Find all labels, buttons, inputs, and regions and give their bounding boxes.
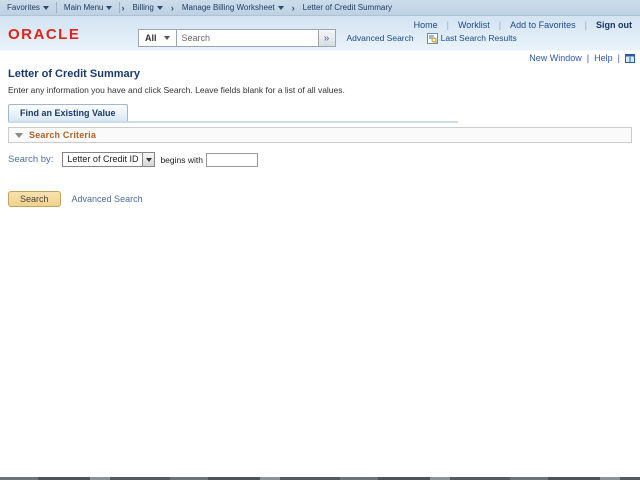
operator-label: begins with <box>160 154 203 165</box>
tab-find-an-existing-value[interactable]: Find an Existing Value <box>8 104 128 121</box>
chevron-down-icon <box>156 6 163 10</box>
sign-out-link[interactable]: Sign out <box>596 20 632 30</box>
help-link[interactable]: Help <box>594 53 613 63</box>
breadcrumb-manage-billing-worksheet[interactable]: Manage Billing Worksheet <box>175 3 291 12</box>
link-separator <box>585 20 587 30</box>
oracle-logo: ORACLE <box>8 26 81 43</box>
chevron-down-icon <box>163 36 170 40</box>
breadcrumb-current-page: Letter of Credit Summary <box>296 3 399 12</box>
collapse-triangle-icon[interactable] <box>15 132 23 138</box>
last-search-results-link[interactable]: Last Search Results <box>426 32 517 44</box>
search-scope-value: All <box>145 33 157 43</box>
last-search-results-label: Last Search Results <box>440 33 517 43</box>
search-field-select[interactable]: Letter of Credit ID <box>62 152 156 167</box>
chevron-down-icon <box>106 6 113 10</box>
advanced-search-link[interactable]: Advanced Search <box>72 194 143 204</box>
breadcrumb-main-menu[interactable]: Main Menu <box>57 3 120 12</box>
search-scope-dropdown[interactable]: All <box>138 29 177 47</box>
breadcrumb-label: Letter of Credit Summary <box>302 3 392 12</box>
new-window-link[interactable]: New Window <box>529 53 582 63</box>
search-field-selected-value: Letter of Credit ID <box>67 154 139 164</box>
search-go-button[interactable] <box>318 29 336 47</box>
add-to-favorites-link[interactable]: Add to Favorites <box>510 20 576 30</box>
breadcrumb-favorites[interactable]: Favorites <box>0 3 56 12</box>
tab-row: Find an Existing Value <box>8 103 458 123</box>
link-separator <box>618 53 620 63</box>
actions-row: Search Advanced Search <box>8 191 143 207</box>
page-title: Letter of Credit Summary <box>8 68 141 80</box>
breadcrumb-label: Favorites <box>7 3 40 12</box>
link-separator <box>587 53 589 63</box>
search-criteria-label: Search Criteria <box>29 130 97 140</box>
select-dropdown-button[interactable] <box>142 153 155 166</box>
breadcrumb-label: Manage Billing Worksheet <box>181 3 275 12</box>
personalize-page-icon[interactable] <box>625 53 635 63</box>
breadcrumb-billing[interactable]: Billing <box>125 3 169 12</box>
breadcrumb-label: Main Menu <box>63 3 104 12</box>
search-by-label: Search by: <box>8 154 54 165</box>
advanced-search-link-header[interactable]: Advanced Search <box>347 33 414 43</box>
search-keyword-input[interactable] <box>205 152 258 167</box>
instruction-text: Enter any information you have and click… <box>8 85 345 95</box>
page-utility-links: New Window Help <box>529 53 635 63</box>
search-by-row: Search by: Letter of Credit ID begins wi… <box>8 152 258 167</box>
chevron-down-icon <box>145 157 152 162</box>
global-search-input[interactable] <box>176 29 319 47</box>
chevron-down-icon <box>42 6 49 10</box>
breadcrumb-label: Billing <box>132 3 154 12</box>
search-criteria-header[interactable]: Search Criteria <box>8 127 632 143</box>
search-button[interactable]: Search <box>8 191 61 207</box>
breadcrumb: Favorites Main Menu Billing Manage Billi… <box>0 0 640 16</box>
chevron-down-icon <box>277 6 284 10</box>
last-search-results-icon <box>426 32 438 44</box>
app-header: ORACLE Home Worklist Add to Favorites Si… <box>0 16 640 51</box>
global-search-bar: All Advanced Search Last Search Results <box>138 29 517 47</box>
